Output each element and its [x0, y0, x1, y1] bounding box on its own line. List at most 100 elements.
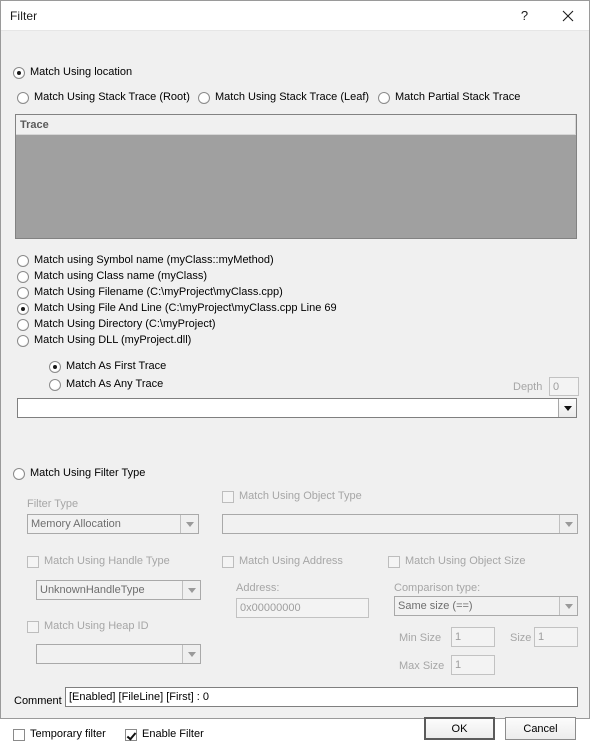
trace-listview-header: Trace [16, 115, 576, 135]
depth-input[interactable]: 0 [549, 377, 579, 396]
radio-match-using-filename[interactable]: Match Using Filename (C:\myProject\myCla… [17, 286, 283, 299]
radio-match-using-file-and-line[interactable]: Match Using File And Line (C:\myProject\… [17, 302, 337, 315]
trace-column-header[interactable]: Trace [16, 115, 576, 134]
radio-label: Match Using Filter Type [30, 467, 146, 479]
radio-indicator [17, 302, 29, 315]
chevron-down-icon[interactable] [558, 399, 576, 417]
radio-match-using-dll[interactable]: Match Using DLL (myProject.dll) [17, 334, 191, 347]
checkbox-indicator [13, 728, 25, 741]
radio-match-as-any-trace[interactable]: Match As Any Trace [49, 378, 163, 391]
filter-type-label: Filter Type [27, 498, 79, 510]
checkbox-label: Match Using Address [239, 555, 343, 567]
checkbox-match-using-object-type[interactable]: Match Using Object Type [222, 490, 362, 503]
radio-match-partial-stack-trace[interactable]: Match Partial Stack Trace [378, 91, 520, 104]
address-label: Address: [236, 582, 280, 594]
radio-match-using-class-name[interactable]: Match using Class name (myClass) [17, 270, 207, 283]
radio-label: Match Using Directory (C:\myProject) [34, 318, 216, 330]
max-size-input[interactable]: 1 [451, 655, 495, 675]
radio-match-as-first-trace[interactable]: Match As First Trace [49, 360, 166, 373]
radio-match-using-location[interactable]: Match Using location [13, 66, 132, 79]
ok-button[interactable]: OK [424, 717, 495, 740]
chevron-down-icon[interactable] [180, 515, 198, 533]
window-title: Filter [10, 8, 38, 23]
radio-match-using-stack-trace-root[interactable]: Match Using Stack Trace (Root) [17, 91, 190, 104]
checkbox-match-using-object-size[interactable]: Match Using Object Size [388, 555, 525, 568]
radio-match-using-directory[interactable]: Match Using Directory (C:\myProject) [17, 318, 216, 331]
radio-match-using-stack-trace-leaf[interactable]: Match Using Stack Trace (Leaf) [198, 91, 369, 104]
radio-label: Match Using Stack Trace (Root) [34, 91, 190, 103]
checkbox-match-using-heap-id[interactable]: Match Using Heap ID [27, 620, 149, 633]
checkbox-label: Match Using Object Type [239, 490, 362, 502]
filter-type-combo-value: Memory Allocation [31, 518, 121, 530]
radio-label: Match Using File And Line (C:\myProject\… [34, 302, 337, 314]
chevron-down-icon[interactable] [559, 597, 577, 615]
size-label: Size [510, 632, 532, 644]
address-input[interactable]: 0x00000000 [236, 598, 369, 618]
heap-id-combo[interactable] [36, 644, 201, 664]
cancel-button[interactable]: Cancel [505, 717, 576, 740]
close-icon[interactable] [546, 1, 589, 30]
radio-label: Match using Class name (myClass) [34, 270, 207, 282]
checkbox-temporary-filter[interactable]: Temporary filter [13, 728, 106, 741]
depth-label: Depth [513, 381, 543, 393]
checkbox-indicator [222, 555, 234, 568]
handle-type-combo[interactable]: UnknownHandleType [36, 580, 201, 600]
radio-label: Match Partial Stack Trace [395, 91, 521, 103]
checkbox-label: Match Using Object Size [405, 555, 526, 567]
trace-listview-body[interactable] [16, 135, 576, 238]
radio-label: Match As First Trace [66, 360, 167, 372]
comment-input[interactable]: [Enabled] [FileLine] [First] : 0 [65, 687, 578, 707]
radio-indicator [17, 270, 29, 283]
min-size-input[interactable]: 1 [451, 627, 495, 647]
help-icon[interactable]: ? [503, 1, 546, 30]
comparison-type-combo[interactable]: Same size (==) [394, 596, 578, 616]
radio-indicator [13, 467, 25, 480]
checkbox-enable-filter[interactable]: Enable Filter [125, 728, 204, 741]
radio-match-using-filter-type[interactable]: Match Using Filter Type [13, 467, 145, 480]
checkbox-indicator [27, 620, 39, 633]
radio-indicator [13, 66, 25, 79]
radio-indicator [49, 378, 61, 391]
radio-label: Match using Symbol name (myClass::myMeth… [34, 254, 274, 266]
title-bar-buttons: ? [503, 1, 589, 30]
filter-dialog: Filter ? Match Using location Match Usin… [0, 0, 590, 741]
checkbox-label: Match Using Handle Type [44, 555, 170, 567]
location-combo[interactable] [17, 398, 577, 418]
comparison-type-combo-value: Same size (==) [398, 600, 473, 612]
handle-type-combo-value: UnknownHandleType [40, 584, 145, 596]
max-size-label: Max Size [399, 660, 445, 672]
trace-listview[interactable]: Trace [15, 114, 577, 239]
checkbox-indicator [388, 555, 400, 568]
radio-indicator [17, 334, 29, 347]
size-input[interactable]: 1 [534, 627, 578, 647]
radio-label: Match Using location [30, 66, 133, 78]
checkbox-indicator [27, 555, 39, 568]
comment-label: Comment [14, 695, 62, 707]
checkbox-match-using-handle-type[interactable]: Match Using Handle Type [27, 555, 170, 568]
dialog-body: Match Using location Match Using Stack T… [1, 31, 589, 741]
radio-indicator [17, 318, 29, 331]
checkbox-indicator [125, 728, 137, 741]
radio-indicator [378, 91, 390, 104]
radio-match-using-symbol-name[interactable]: Match using Symbol name (myClass::myMeth… [17, 254, 274, 267]
radio-label: Match Using Stack Trace (Leaf) [215, 91, 370, 103]
object-type-combo[interactable] [222, 514, 578, 534]
min-size-label: Min Size [399, 632, 442, 644]
radio-indicator [17, 286, 29, 299]
chevron-down-icon[interactable] [182, 645, 200, 663]
checkbox-label: Match Using Heap ID [44, 620, 149, 632]
title-bar: Filter ? [1, 1, 589, 31]
chevron-down-icon[interactable] [182, 581, 200, 599]
checkbox-label: Enable Filter [142, 728, 204, 740]
radio-indicator [198, 91, 210, 104]
chevron-down-icon[interactable] [559, 515, 577, 533]
checkbox-match-using-address[interactable]: Match Using Address [222, 555, 343, 568]
radio-label: Match As Any Trace [66, 378, 164, 390]
checkbox-label: Temporary filter [30, 728, 106, 740]
radio-indicator [17, 91, 29, 104]
radio-label: Match Using DLL (myProject.dll) [34, 334, 192, 346]
radio-indicator [17, 254, 29, 267]
radio-indicator [49, 360, 61, 373]
checkbox-indicator [222, 490, 234, 503]
filter-type-combo[interactable]: Memory Allocation [27, 514, 199, 534]
